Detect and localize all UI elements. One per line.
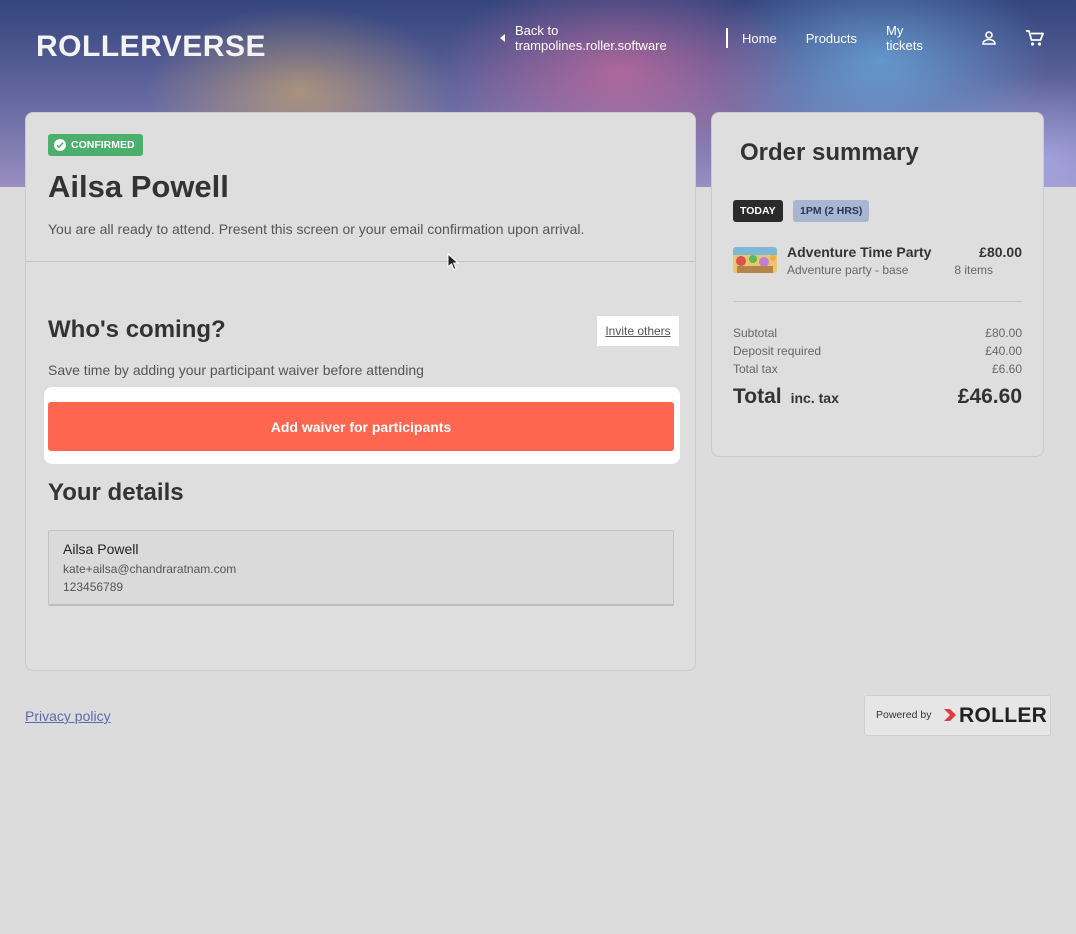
row-value: £6.60 <box>991 362 1022 376</box>
total-label: Total <box>733 385 782 408</box>
details-card[interactable]: Ailsa Powell kate+ailsa@chandraratnam.co… <box>48 530 674 606</box>
section-divider <box>26 261 695 262</box>
item-name: Adventure Time Party <box>787 244 932 260</box>
order-summary-title: Order summary <box>740 139 919 166</box>
powered-by-label: Powered by <box>876 709 932 721</box>
booking-card: CONFIRMED Ailsa Powell You are all ready… <box>25 112 696 671</box>
your-details-title: Your details <box>48 479 184 506</box>
order-summary: Order summary TODAY 1PM (2 HRS) Adventur… <box>711 112 1044 457</box>
row-value: £40.00 <box>985 344 1022 358</box>
total-row: Total inc. tax £46.60 <box>733 385 1022 409</box>
nav-home[interactable]: Home <box>742 31 777 46</box>
privacy-policy-link[interactable]: Privacy policy <box>25 708 111 724</box>
roller-brand: ROLLER <box>959 704 1048 727</box>
powered-by-badge[interactable]: Powered by ROLLER <box>864 695 1051 736</box>
row-value: £80.00 <box>985 326 1022 340</box>
status-badge-label: CONFIRMED <box>71 139 135 151</box>
back-link-label: Back to trampolines.roller.software <box>515 23 667 53</box>
summary-divider <box>733 301 1022 302</box>
whos-coming-title: Who's coming? <box>48 316 226 343</box>
deposit-row: Deposit required £40.00 <box>733 344 1022 358</box>
status-badge: CONFIRMED <box>48 134 143 156</box>
cart-icon[interactable] <box>1024 27 1046 49</box>
add-waiver-button[interactable]: Add waiver for participants <box>48 402 674 451</box>
item-subtitle: Adventure party - base <box>787 263 909 277</box>
tax-row: Total tax £6.60 <box>733 362 1022 376</box>
row-label: Deposit required <box>733 344 822 358</box>
item-count: 8 items <box>954 263 993 277</box>
details-name: Ailsa Powell <box>63 541 139 557</box>
details-phone: 123456789 <box>63 580 124 594</box>
time-chip: 1PM (2 HRS) <box>793 200 870 222</box>
today-chip: TODAY <box>733 200 783 222</box>
top-navigation: Back to trampolines.roller.software Home… <box>500 23 1046 53</box>
page-title: Ailsa Powell <box>48 169 229 204</box>
waiver-highlight: Add waiver for participants <box>44 387 680 464</box>
roller-logo-icon <box>944 709 956 721</box>
waiver-note: Save time by adding your participant wai… <box>48 362 424 378</box>
total-suffix: inc. tax <box>790 390 839 406</box>
product-thumbnail <box>733 247 777 273</box>
site-logo[interactable]: ROLLERVERSE <box>36 30 266 64</box>
details-email: kate+ailsa@chandraratnam.com <box>63 562 237 576</box>
ready-message: You are all ready to attend. Present thi… <box>48 221 585 237</box>
check-circle-icon <box>54 139 66 151</box>
total-value: £46.60 <box>957 385 1022 408</box>
caret-left-icon <box>500 34 505 42</box>
row-label: Total tax <box>733 362 778 376</box>
back-link[interactable]: Back to trampolines.roller.software <box>500 23 712 53</box>
item-price: £80.00 <box>979 244 1022 260</box>
mouse-pointer-icon <box>447 253 459 271</box>
account-icon[interactable] <box>978 27 1000 49</box>
nav-my-tickets[interactable]: My tickets <box>886 23 943 53</box>
row-label: Subtotal <box>733 326 778 340</box>
nav-products[interactable]: Products <box>806 31 857 46</box>
nav-separator <box>726 28 728 48</box>
subtotal-row: Subtotal £80.00 <box>733 326 1022 340</box>
invite-others-link[interactable]: Invite others <box>597 316 679 346</box>
